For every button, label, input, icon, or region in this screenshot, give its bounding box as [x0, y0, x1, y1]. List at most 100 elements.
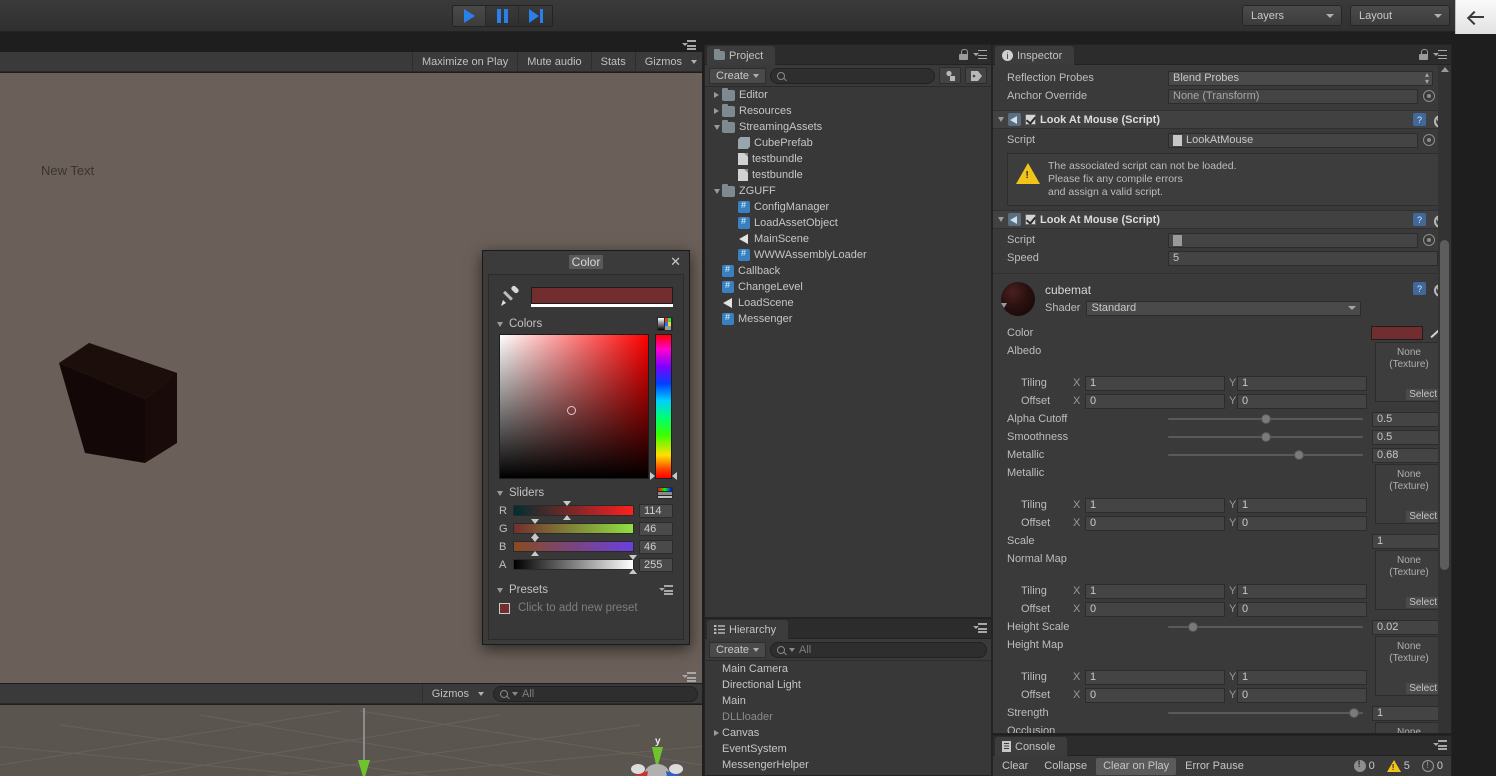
- pause-button[interactable]: [486, 6, 519, 26]
- maximize-on-play-button[interactable]: Maximize on Play: [412, 51, 517, 72]
- tab-console[interactable]: Console: [995, 737, 1068, 756]
- offset-y-field[interactable]: 0: [1237, 393, 1367, 409]
- offset-x-field[interactable]: 0: [1085, 515, 1225, 531]
- channel-slider[interactable]: [513, 501, 634, 520]
- eyedropper-icon[interactable]: [499, 285, 521, 309]
- tab-hierarchy[interactable]: Hierarchy: [707, 620, 789, 639]
- project-tree-item[interactable]: ConfigManager: [705, 199, 991, 215]
- script-object-picker-icon[interactable]: [1423, 134, 1435, 146]
- tiling-x-field[interactable]: 1: [1085, 669, 1225, 685]
- filter-by-label-button[interactable]: [965, 67, 987, 84]
- warning-count-badge[interactable]: 5: [1381, 760, 1416, 772]
- tiling-y-field[interactable]: 1: [1237, 497, 1367, 513]
- offset-y-field[interactable]: 0: [1237, 687, 1367, 703]
- offset-x-field[interactable]: 0: [1085, 393, 1225, 409]
- twisty[interactable]: [711, 108, 722, 114]
- tiling-x-field[interactable]: 1: [1085, 583, 1225, 599]
- color-mode-icon[interactable]: [657, 317, 673, 331]
- tiling-x-field[interactable]: 1: [1085, 497, 1225, 513]
- chevron-down-icon[interactable]: [497, 321, 503, 327]
- property-slider[interactable]: [1168, 708, 1363, 718]
- color-channel-a[interactable]: A 255: [499, 555, 673, 574]
- texture-slot[interactable]: None (Texture) Select: [1375, 342, 1443, 402]
- script-field-1[interactable]: LookAtMouse: [1168, 132, 1418, 148]
- channel-value-field[interactable]: 114: [639, 503, 673, 518]
- project-tree-item[interactable]: Resources: [705, 103, 991, 119]
- property-slider[interactable]: [1168, 622, 1363, 632]
- tiling-y-field[interactable]: 1: [1237, 669, 1367, 685]
- twisty[interactable]: [711, 92, 722, 98]
- chevron-down-icon[interactable]: [713, 124, 720, 130]
- project-search-input[interactable]: [770, 67, 935, 84]
- inspector-scrollbar[interactable]: [1438, 65, 1451, 733]
- tab-inspector[interactable]: i Inspector: [995, 46, 1075, 65]
- current-color-swatch[interactable]: [531, 287, 673, 304]
- texture-select-button[interactable]: Select: [1406, 683, 1440, 694]
- property-value-field[interactable]: 0.5: [1372, 429, 1440, 445]
- hue-slider[interactable]: [650, 334, 677, 480]
- property-slider[interactable]: [1168, 432, 1363, 442]
- property-value-field[interactable]: 1: [1372, 533, 1440, 549]
- twisty[interactable]: [711, 124, 722, 130]
- presets-menu-icon[interactable]: [659, 585, 673, 595]
- inspector-menu-icon[interactable]: [1433, 49, 1447, 60]
- project-menu-icon[interactable]: [973, 49, 987, 60]
- hierarchy-item[interactable]: EventSystem: [705, 741, 991, 757]
- property-value-field[interactable]: 0.68: [1372, 447, 1440, 463]
- step-button[interactable]: [519, 6, 552, 26]
- project-create-button[interactable]: Create: [709, 67, 767, 84]
- hierarchy-search-input[interactable]: All: [770, 641, 987, 658]
- slider-knob[interactable]: [1293, 450, 1304, 460]
- chevron-down-icon[interactable]: [497, 490, 503, 496]
- hierarchy-menu-icon[interactable]: [973, 623, 987, 633]
- anchor-object-picker-icon[interactable]: [1423, 90, 1435, 102]
- info-count-badge[interactable]: 0: [1416, 760, 1449, 772]
- chevron-down-icon[interactable]: [497, 587, 503, 593]
- scene-view[interactable]: y: [0, 705, 702, 776]
- slider-knob[interactable]: [1260, 432, 1271, 442]
- texture-select-button[interactable]: Select: [1406, 511, 1440, 522]
- presets-section-header[interactable]: Presets: [489, 572, 683, 596]
- project-tree-item[interactable]: Messenger: [705, 311, 991, 327]
- scene-gizmos-button[interactable]: Gizmos: [421, 683, 473, 704]
- inspector-scroll-thumb[interactable]: [1440, 240, 1449, 570]
- color-channel-g[interactable]: G 46: [499, 519, 673, 538]
- hierarchy-item[interactable]: DLLloader: [705, 709, 991, 725]
- help-icon[interactable]: ?: [1413, 282, 1426, 295]
- material-color-swatch[interactable]: [1371, 326, 1423, 340]
- shader-dropdown[interactable]: Standard: [1086, 300, 1362, 316]
- sliders-section-header[interactable]: Sliders: [489, 479, 683, 499]
- console-clear-on-play-button[interactable]: Clear on Play: [1096, 757, 1177, 775]
- reflection-probes-dropdown[interactable]: Blend Probes ▴ ▾: [1168, 70, 1433, 86]
- hierarchy-item[interactable]: Directional Light: [705, 677, 991, 693]
- texture-slot[interactable]: None (Texture) Select: [1375, 636, 1443, 696]
- chevron-down-icon[interactable]: [998, 117, 1004, 122]
- color-channel-r[interactable]: R 114: [499, 501, 673, 520]
- saturation-value-field[interactable]: [499, 334, 649, 479]
- hierarchy-item[interactable]: Main Camera: [705, 661, 991, 677]
- color-picker-window[interactable]: Color ✕ Colors Sliders R 114 G 46 B 46 A…: [482, 250, 690, 645]
- channel-slider[interactable]: [513, 555, 637, 574]
- slider-mode-icon[interactable]: [657, 487, 673, 499]
- channel-value-field[interactable]: 46: [639, 521, 673, 536]
- color-field-cursor[interactable]: [566, 406, 576, 416]
- hierarchy-item[interactable]: Canvas: [705, 725, 991, 741]
- tiling-y-field[interactable]: 1: [1237, 375, 1367, 391]
- channel-value-field[interactable]: 255: [639, 557, 673, 572]
- slider-knob[interactable]: [1349, 708, 1360, 718]
- offset-x-field[interactable]: 0: [1085, 687, 1225, 703]
- help-icon[interactable]: ?: [1413, 113, 1426, 126]
- project-tree-item[interactable]: LoadAssetObject: [705, 215, 991, 231]
- mute-audio-button[interactable]: Mute audio: [517, 51, 590, 72]
- project-tree-item[interactable]: LoadScene: [705, 295, 991, 311]
- component-enabled-checkbox[interactable]: [1025, 214, 1036, 225]
- offset-y-field[interactable]: 0: [1237, 515, 1367, 531]
- property-value-field[interactable]: 0.02: [1372, 619, 1440, 635]
- chevron-down-icon[interactable]: [998, 217, 1004, 222]
- anchor-override-field[interactable]: None (Transform): [1168, 88, 1418, 104]
- help-icon[interactable]: ?: [1413, 213, 1426, 226]
- channel-value-field[interactable]: 46: [639, 539, 673, 554]
- project-tree-item[interactable]: ChangeLevel: [705, 279, 991, 295]
- texture-slot[interactable]: None (Texture) Select: [1375, 464, 1443, 524]
- lock-icon[interactable]: [959, 49, 968, 60]
